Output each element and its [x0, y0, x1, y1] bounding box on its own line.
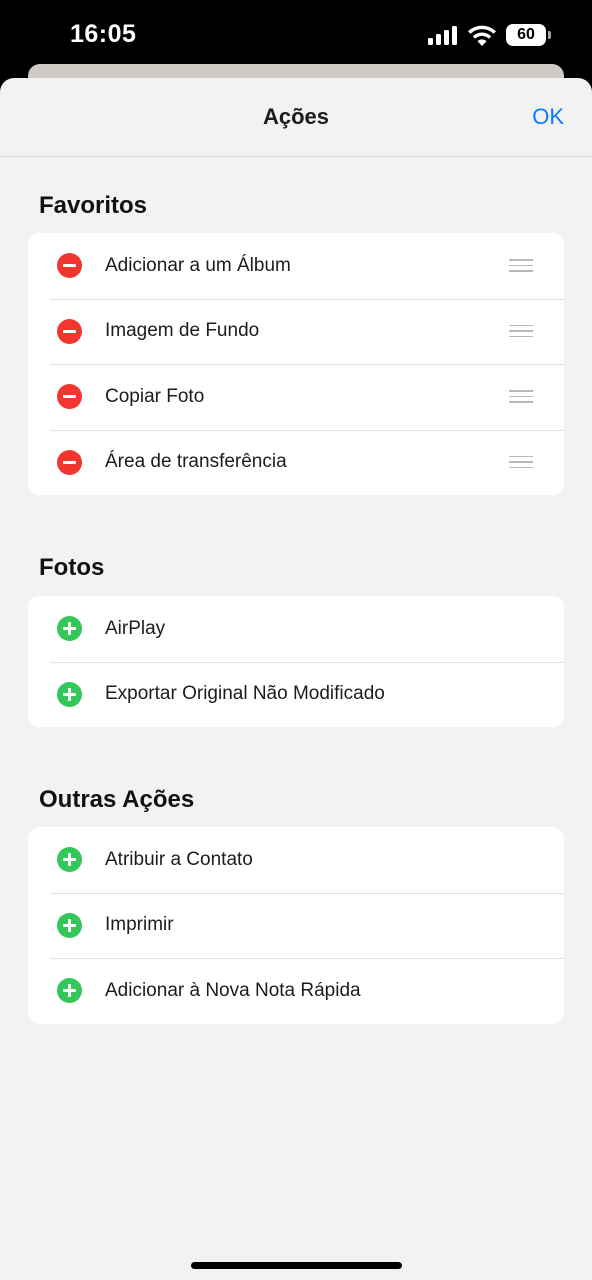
action-label: Imagem de Fundo: [105, 320, 260, 342]
action-row[interactable]: Adicionar a um Álbum: [28, 233, 564, 299]
remove-icon[interactable]: [57, 318, 82, 344]
home-indicator[interactable]: [191, 1262, 402, 1269]
reorder-handle-icon[interactable]: [509, 455, 533, 469]
action-list: Adicionar a um Álbum Imagem de Fundo Copia…: [28, 233, 564, 495]
action-row[interactable]: Área de transferência: [28, 429, 564, 496]
remove-icon[interactable]: [57, 253, 82, 279]
status-bar: 16:05 60: [0, 0, 592, 70]
action-label: Área de transferência: [105, 451, 287, 473]
add-icon[interactable]: [57, 912, 82, 938]
ok-button[interactable]: OK: [532, 104, 564, 130]
action-label: Adicionar a um Álbum: [105, 254, 291, 276]
add-icon[interactable]: [57, 847, 82, 873]
action-row[interactable]: Atribuir a Contato: [28, 827, 564, 893]
remove-icon[interactable]: [57, 449, 82, 475]
sheet-title: Ações: [262, 104, 330, 129]
action-row[interactable]: Exportar Original Não Modificado: [28, 661, 564, 728]
action-row[interactable]: Imprimir: [28, 892, 564, 959]
battery-level: 60: [517, 26, 535, 43]
add-icon[interactable]: [57, 616, 82, 642]
reorder-handle-icon[interactable]: [509, 324, 533, 338]
section-title: Favoritos: [39, 192, 148, 219]
status-icons: 60: [428, 22, 551, 48]
cellular-signal-icon: [428, 25, 458, 45]
action-row[interactable]: Copiar Foto: [28, 364, 564, 430]
actions-sheet: Ações OK Favoritos Adicionar a um Álbum Im…: [0, 78, 592, 1280]
reorder-handle-icon[interactable]: [509, 390, 533, 403]
section-title: Outras Ações: [39, 786, 195, 813]
action-label: Copiar Foto: [105, 385, 205, 407]
remove-icon[interactable]: [57, 384, 82, 410]
battery-icon: 60: [506, 24, 551, 46]
action-row[interactable]: AirPlay: [28, 596, 564, 662]
add-icon[interactable]: [57, 681, 82, 707]
wifi-icon: [468, 25, 496, 46]
action-row[interactable]: Imagem de Fundo: [28, 298, 564, 365]
action-list: Atribuir a Contato Imprimir Adicionar à No…: [28, 827, 564, 1024]
status-time: 16:05: [70, 20, 137, 48]
action-label: Exportar Original Não Modificado: [105, 683, 385, 705]
section-title: Fotos: [39, 554, 105, 581]
action-label: Adicionar à Nova Nota Rápida: [105, 979, 361, 1001]
add-icon[interactable]: [57, 978, 82, 1004]
sheet-header: Ações OK: [0, 78, 592, 157]
action-label: Imprimir: [105, 914, 174, 936]
action-label: Atribuir a Contato: [105, 848, 253, 870]
reorder-handle-icon[interactable]: [509, 259, 533, 272]
action-label: AirPlay: [105, 617, 166, 639]
action-row[interactable]: Adicionar à Nova Nota Rápida: [28, 958, 564, 1024]
action-list: AirPlay Exportar Original Não Modificado: [28, 596, 564, 727]
